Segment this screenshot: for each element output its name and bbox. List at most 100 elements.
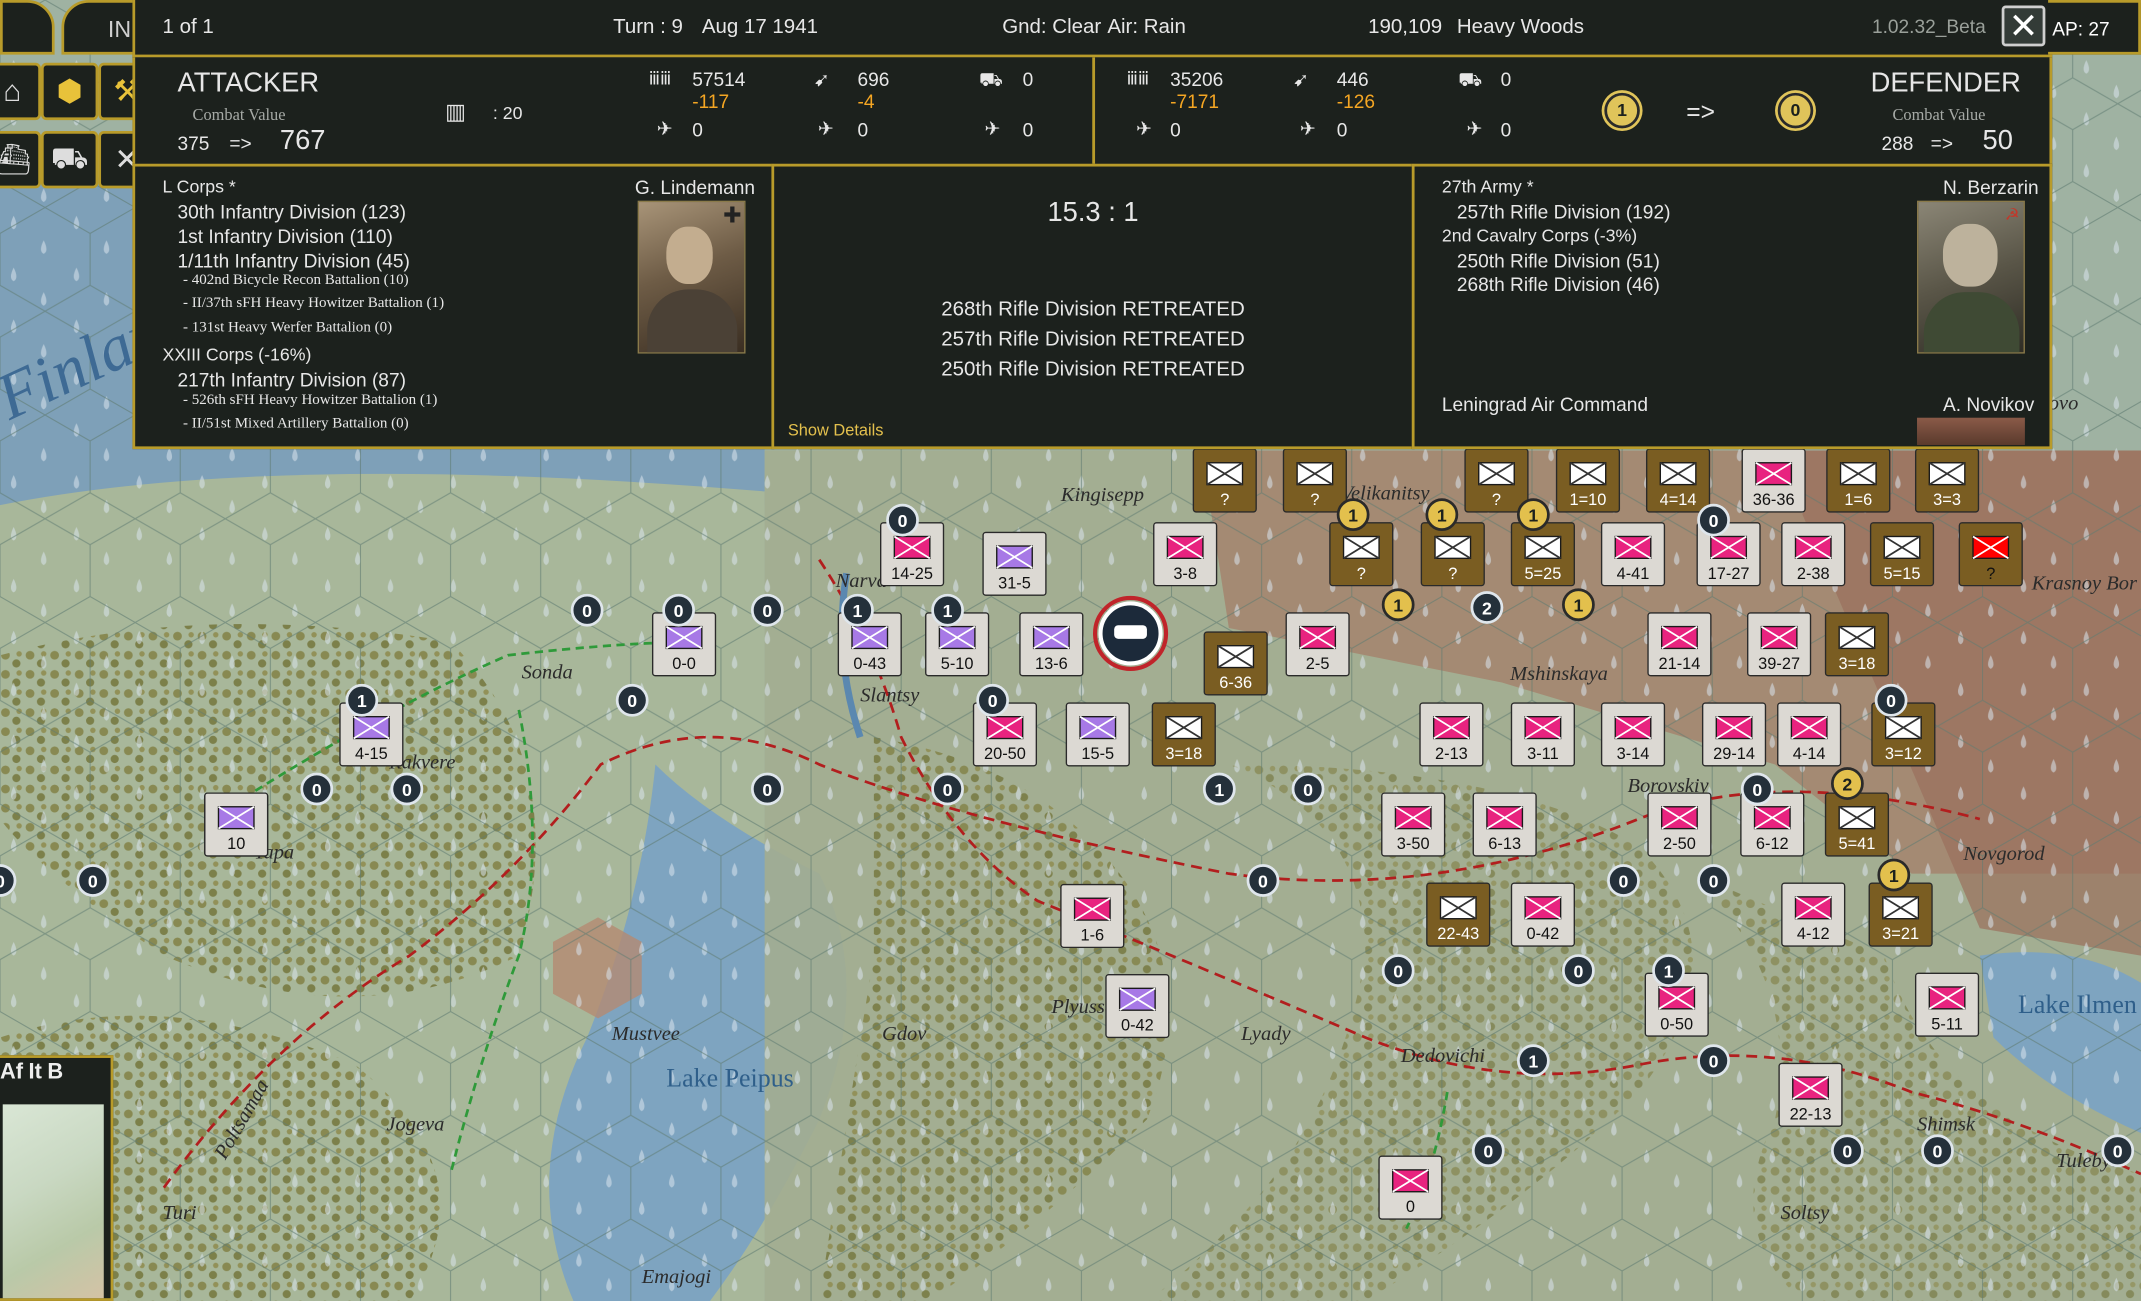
unit-strength-label: 2-38 — [1797, 565, 1830, 583]
unit-strength-label: 0-50 — [1660, 1015, 1693, 1033]
unit-counter[interactable]: 1-6 — [1060, 883, 1125, 949]
unit-list-entry[interactable]: 27th Army * — [1442, 176, 1534, 196]
unit-counter[interactable]: 22-13 — [1778, 1062, 1843, 1127]
unit-counter[interactable]: ? — [1192, 448, 1257, 513]
unit-counter[interactable]: 6-13 — [1472, 792, 1537, 857]
terrain-label: Heavy Woods — [1456, 15, 1585, 39]
unit-counter[interactable]: 5-11 — [1914, 972, 1980, 1037]
attacker-commander-portrait[interactable]: ✚ — [637, 200, 746, 354]
unit-counter[interactable]: ? — [1420, 522, 1485, 587]
unit-list-entry[interactable]: 217th Infantry Division (87) — [178, 369, 406, 391]
supply-marker: 0 — [76, 864, 110, 897]
unit-counter[interactable]: 3=3 — [1914, 448, 1980, 513]
naval-button[interactable]: ⛴ — [0, 131, 41, 189]
selected-unit-icon[interactable] — [1093, 595, 1169, 671]
portrait-uniform — [1923, 292, 2020, 353]
unit-counter[interactable]: 3=18 — [1824, 612, 1890, 677]
unit-counter[interactable]: 4-12 — [1781, 882, 1846, 947]
unit-list-entry[interactable]: 257th Rifle Division (192) — [1457, 201, 1671, 223]
unit-counter[interactable]: 29-14 — [1701, 702, 1767, 767]
unit-counter[interactable]: 36-36 — [1741, 448, 1806, 513]
unit-counter[interactable]: 21-14 — [1647, 612, 1712, 677]
minimap-view[interactable] — [2, 1104, 104, 1299]
attacker-cv-arrow: => — [229, 132, 252, 155]
close-button[interactable]: ✕ — [2001, 4, 2046, 47]
soviet-emblem-icon: ☭ — [2004, 204, 2020, 224]
unit-counter[interactable]: ? — [1958, 522, 2023, 587]
unit-counter[interactable]: ? — [1329, 522, 1394, 587]
unit-counter[interactable]: 3=21 — [1868, 882, 1933, 947]
unit-list-entry[interactable]: L Corps * — [162, 176, 235, 196]
unit-counter[interactable]: 39-27 — [1747, 612, 1812, 677]
unit-strength-label: 0-42 — [1121, 1017, 1154, 1035]
unit-list-entry[interactable]: - II/51st Mixed Artillery Battalion (0) — [183, 415, 409, 431]
unit-counter[interactable]: ? — [1282, 448, 1347, 513]
top-tab-partial[interactable]: INI — [61, 0, 144, 55]
unit-counter[interactable]: ? — [1464, 448, 1529, 513]
unit-counter[interactable]: 0-42 — [1510, 882, 1575, 947]
unit-counter[interactable]: 5=25 — [1510, 522, 1575, 587]
supply-marker: 1 — [931, 593, 964, 627]
unit-counter[interactable]: 5=15 — [1869, 522, 1935, 587]
unit-counter[interactable]: 2-13 — [1419, 702, 1484, 767]
home-button[interactable]: ⌂ — [0, 62, 41, 121]
unit-counter[interactable]: 2-38 — [1781, 522, 1846, 587]
unit-counter[interactable]: 3-14 — [1600, 702, 1666, 767]
defender-cv-to: 50 — [1982, 125, 2013, 156]
minimap-tab-africa[interactable]: Af — [0, 1061, 23, 1084]
fort-icon: ▥ — [445, 101, 466, 125]
unit-list-entry[interactable]: 1/11th Infantry Division (45) — [178, 250, 410, 272]
unit-counter[interactable]: 3-8 — [1153, 522, 1218, 587]
fort-to-value: 0 — [1790, 99, 1801, 121]
unit-list-entry[interactable]: 250th Rifle Division (51) — [1457, 250, 1660, 272]
unit-counter[interactable]: 4-41 — [1600, 522, 1666, 587]
fighter-icon: ✈ — [656, 117, 673, 140]
unit-counter[interactable]: 3-11 — [1510, 702, 1575, 767]
unit-list-entry[interactable]: - II/37th sFH Heavy Howitzer Battalion (… — [183, 295, 444, 311]
supply-marker: 0 — [750, 772, 784, 806]
unit-counter[interactable]: 3-50 — [1381, 792, 1446, 857]
unit-counter[interactable]: 31-5 — [982, 531, 1047, 596]
unit-counter[interactable]: 1=10 — [1555, 448, 1621, 513]
rail-button[interactable]: ⛟ — [40, 131, 99, 189]
unit-list-entry[interactable]: 1st Infantry Division (110) — [178, 225, 393, 247]
close-icon: ✕ — [2008, 4, 2039, 46]
unit-list-entry[interactable]: - 131st Heavy Werfer Battalion (0) — [183, 319, 392, 335]
unit-counter[interactable]: 4=14 — [1645, 448, 1711, 513]
unit-list-entry[interactable]: - 526th sFH Heavy Howitzer Battalion (1) — [183, 392, 437, 408]
supply-marker: 0 — [615, 683, 649, 717]
unit-counter[interactable]: 5=41 — [1824, 792, 1890, 857]
unit-counter[interactable]: 10 — [204, 792, 269, 857]
unit-counter[interactable]: 6-36 — [1203, 631, 1268, 696]
supply-marker-value: 1 — [853, 601, 863, 621]
supply-marker: 0 — [1921, 1134, 1954, 1168]
supply-marker-value: 0 — [1483, 1142, 1493, 1162]
unit-counter[interactable]: 4-14 — [1777, 702, 1842, 767]
supply-marker: 0 — [1697, 1044, 1730, 1078]
unit-counter[interactable]: 0 — [1378, 1155, 1443, 1220]
unit-list-entry[interactable]: XXIII Corps (-16%) — [162, 344, 311, 364]
unit-list-entry[interactable]: - 402nd Bicycle Recon Battalion (10) — [183, 272, 409, 288]
unit-counter[interactable]: 2-50 — [1647, 792, 1712, 857]
hex-toggle-button[interactable]: ⬢ — [40, 62, 99, 121]
unit-list-entry[interactable]: 2nd Cavalry Corps (-3%) — [1442, 225, 1637, 245]
unit-list-entry[interactable]: 268th Rifle Division (46) — [1457, 273, 1660, 295]
unit-counter[interactable]: 15-5 — [1065, 702, 1130, 767]
show-details-link[interactable]: Show Details — [788, 420, 884, 439]
unit-counter[interactable]: 13-6 — [1019, 612, 1084, 677]
minimap-tab-italy[interactable]: It — [29, 1061, 42, 1084]
odds-ratio: 15.3 : 1 — [1047, 197, 1139, 228]
unit-counter[interactable]: 22-43 — [1426, 882, 1491, 947]
minimap-tab-b[interactable]: B — [47, 1061, 63, 1084]
supply-marker: 0 — [750, 593, 784, 627]
unit-counter[interactable]: 3=18 — [1151, 702, 1216, 767]
unit-counter[interactable]: 1=6 — [1826, 448, 1891, 513]
unit-strength-label: 3=3 — [1933, 491, 1961, 509]
bomber-icon: ✈ — [1299, 117, 1316, 140]
unit-list-entry[interactable]: 30th Infantry Division (123) — [178, 201, 406, 223]
unit-counter[interactable]: 2-5 — [1285, 612, 1350, 677]
unit-counter[interactable]: 0-42 — [1105, 973, 1170, 1039]
minimap[interactable]: Af It B — [0, 1055, 114, 1301]
defender-commander-portrait[interactable]: ☭ — [1917, 200, 2025, 354]
air-commander-portrait[interactable] — [1917, 417, 2025, 446]
